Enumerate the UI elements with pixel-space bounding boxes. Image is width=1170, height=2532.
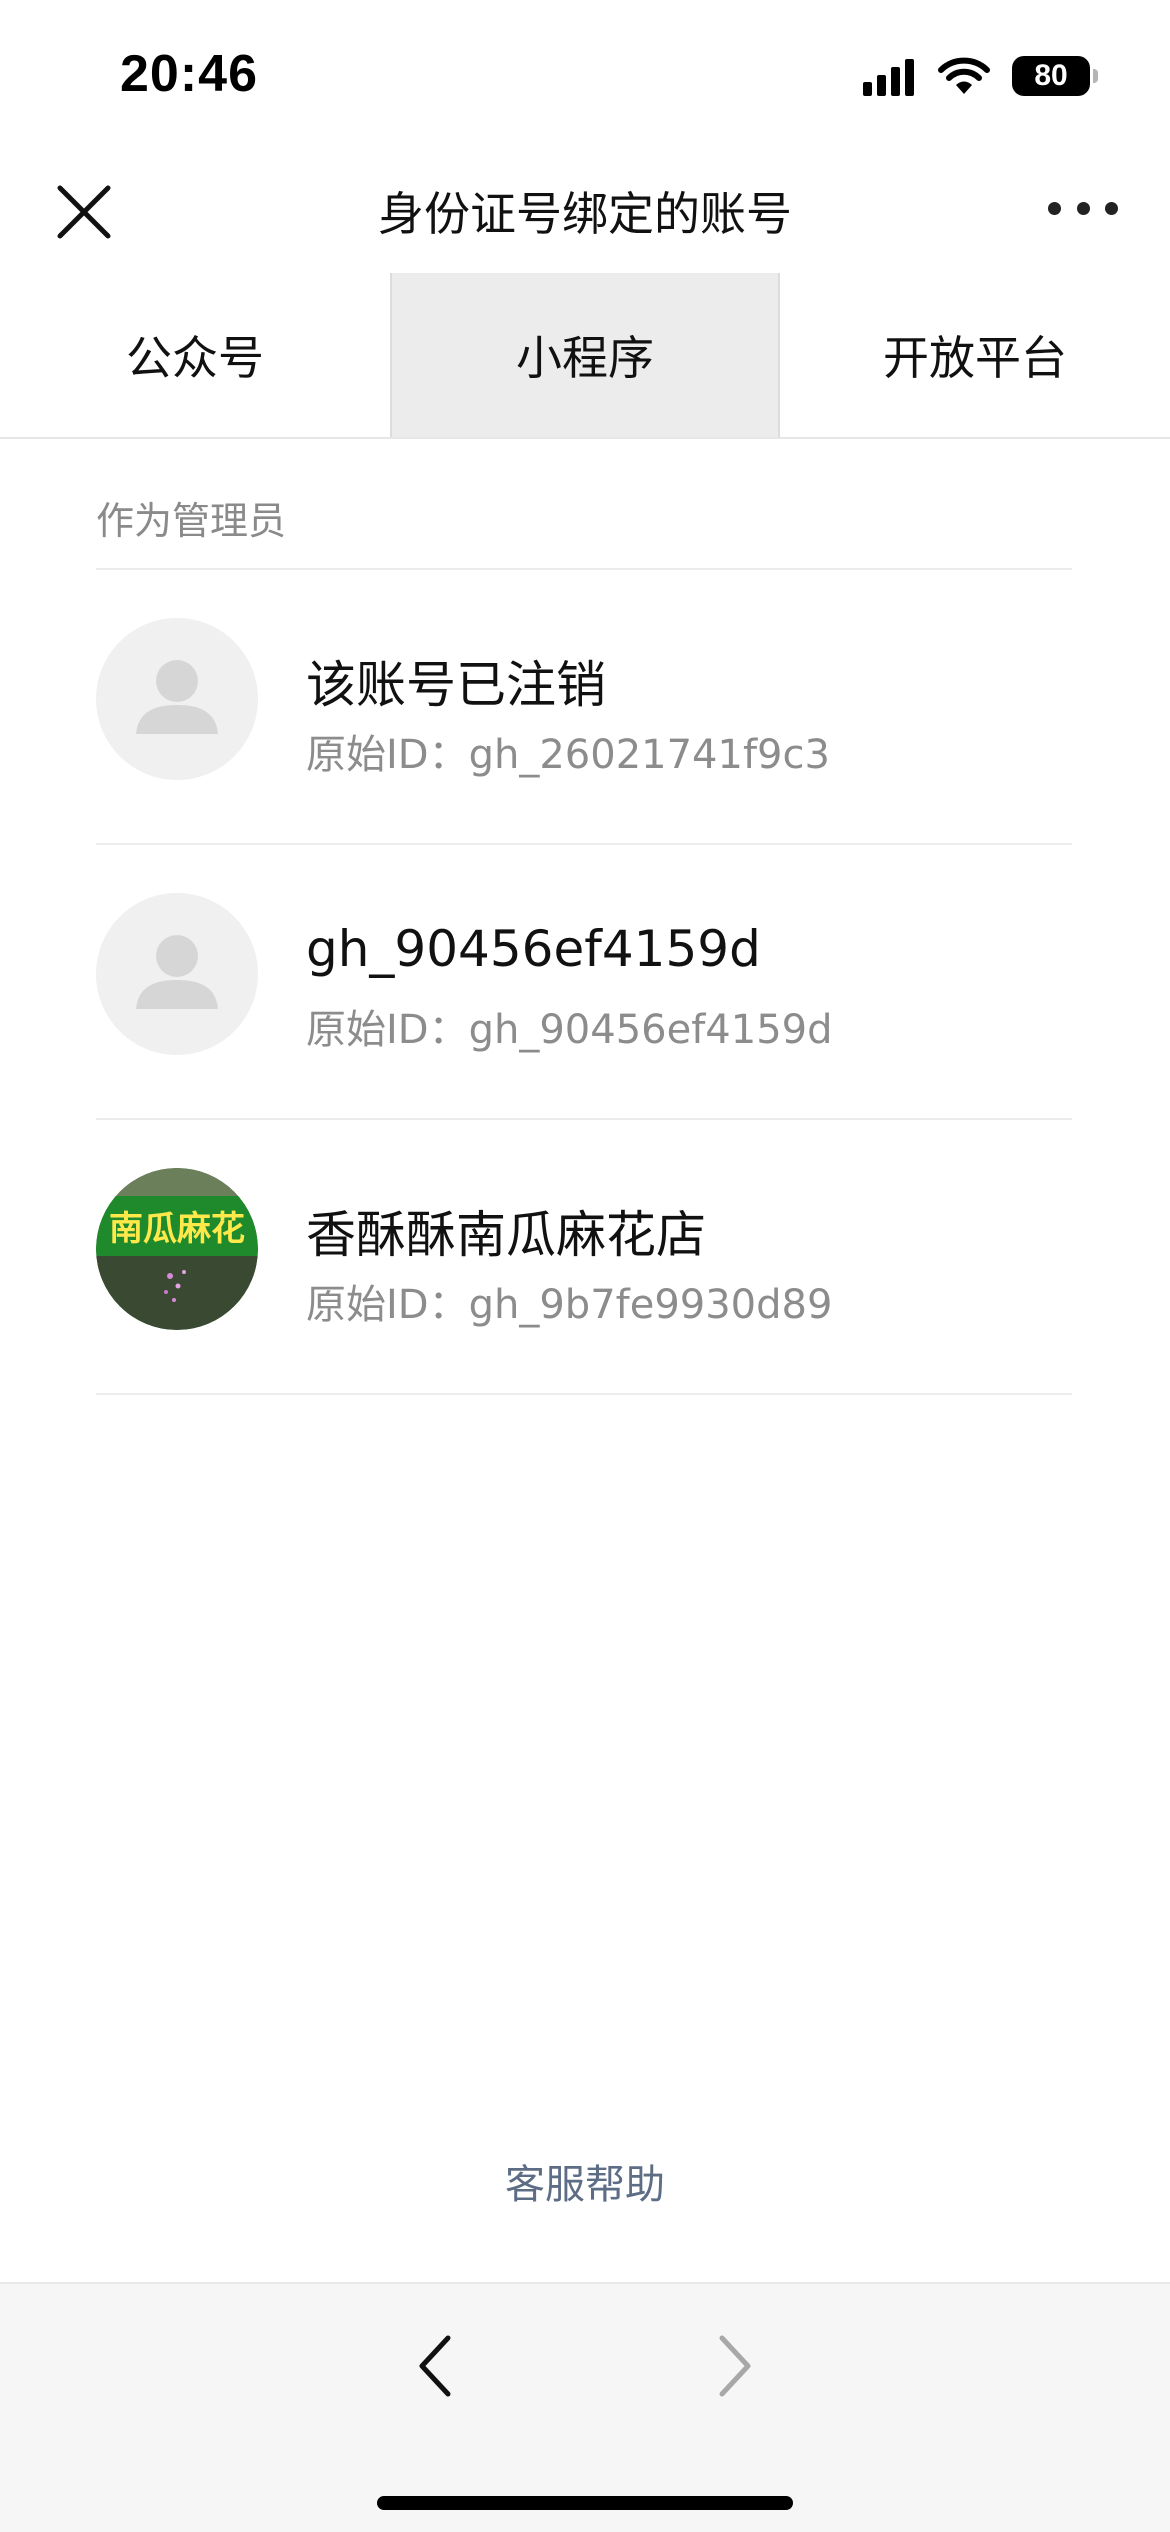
- cellular-signal-icon: [858, 56, 914, 96]
- forward-chevron-icon[interactable]: [706, 2326, 766, 2406]
- tab-bar: 公众号 小程序 开放平台: [0, 273, 1170, 439]
- more-icon[interactable]: [1048, 188, 1118, 228]
- account-id-label: 原始ID：: [306, 732, 469, 778]
- account-original-id: 原始ID：gh_9b7fe9930d89: [306, 1272, 832, 1330]
- bottom-toolbar: [0, 2282, 1170, 2532]
- account-name: gh_90456ef4159d: [306, 920, 761, 978]
- tab-mini-programs[interactable]: 小程序: [390, 273, 780, 437]
- screen: 20:46 80 身份证号绑定的账号 公众号 小程序 开放平台 作为管理员 该账…: [0, 0, 1170, 2532]
- customer-service-help-link[interactable]: 客服帮助: [0, 2152, 1170, 2210]
- shop-sign-avatar-icon: 南瓜麻花: [96, 1168, 258, 1330]
- tab-open-platform[interactable]: 开放平台: [780, 273, 1170, 437]
- page-title: 身份证号绑定的账号: [378, 187, 792, 241]
- back-chevron-icon[interactable]: [404, 2326, 464, 2406]
- account-list: 该账号已注销 原始ID：gh_26021741f9c3 gh_90456ef41…: [96, 570, 1072, 1395]
- status-bar: 20:46 80: [0, 0, 1170, 150]
- account-id-value: gh_9b7fe9930d89: [468, 1282, 833, 1328]
- account-item[interactable]: 南瓜麻花 香酥酥南瓜麻花店 原始ID：gh_9b7fe9930d89: [96, 1120, 1072, 1395]
- account-item[interactable]: gh_90456ef4159d 原始ID：gh_90456ef4159d: [96, 845, 1072, 1120]
- default-avatar-icon: [96, 618, 258, 780]
- account-original-id: 原始ID：gh_26021741f9c3: [306, 722, 830, 780]
- home-indicator: [377, 2496, 793, 2510]
- wifi-icon: [938, 57, 990, 94]
- account-item[interactable]: 该账号已注销 原始ID：gh_26021741f9c3: [96, 570, 1072, 845]
- account-id-label: 原始ID：: [306, 1007, 469, 1053]
- nav-header: 身份证号绑定的账号: [0, 150, 1170, 270]
- account-original-id: 原始ID：gh_90456ef4159d: [306, 997, 832, 1055]
- battery-level: 80: [1034, 59, 1068, 92]
- account-id-value: gh_26021741f9c3: [468, 732, 830, 778]
- default-avatar-icon: [96, 893, 258, 1055]
- account-id-label: 原始ID：: [306, 1282, 469, 1328]
- account-id-value: gh_90456ef4159d: [468, 1007, 833, 1053]
- tab-official-accounts[interactable]: 公众号: [0, 273, 390, 437]
- section-header: 作为管理员: [96, 499, 287, 543]
- avatar-sign-text: 南瓜麻花: [109, 1209, 245, 1249]
- status-time: 20:46: [120, 45, 258, 103]
- status-icons: 80: [858, 56, 1098, 96]
- account-name: 香酥酥南瓜麻花店: [306, 1206, 706, 1264]
- account-name: 该账号已注销: [306, 656, 606, 714]
- battery-icon: 80: [1012, 56, 1098, 96]
